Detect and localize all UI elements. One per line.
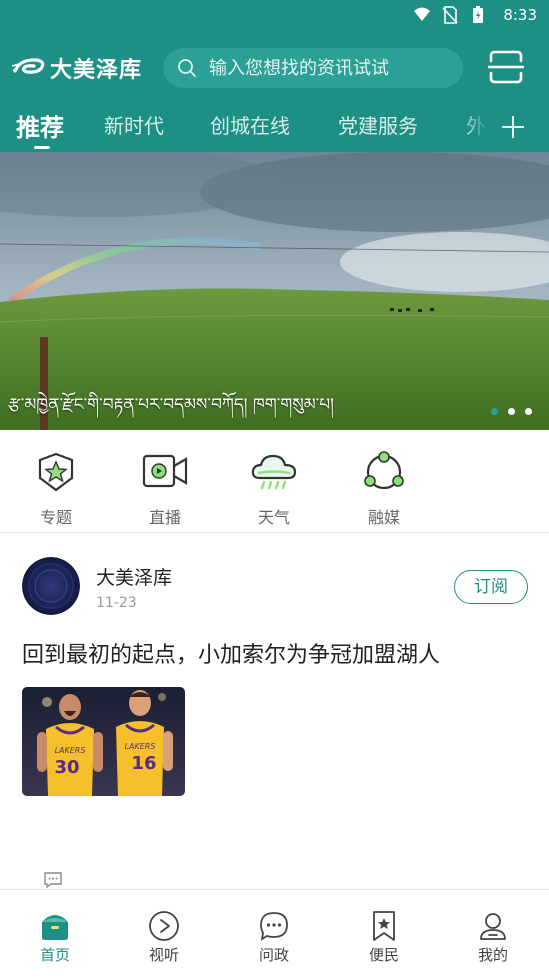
nav-services[interactable]: 便民	[354, 910, 414, 965]
active-tab-indicator	[34, 146, 50, 149]
news-headline[interactable]: 回到最初的起点，小加索尔为争冠加盟湖人	[22, 637, 440, 669]
wifi-icon	[413, 6, 431, 24]
bottom-navigation: 首页 视听 问政 便民 我的	[0, 889, 549, 980]
shortcut-media[interactable]: 融媒	[344, 450, 424, 528]
author-name[interactable]: 大美泽库	[96, 563, 172, 590]
banner-caption: རྩ་མཁྱེན་རྫོང་གི་བརྟན་པར་བདམས་བཀོད། ཁག་ག…	[8, 395, 334, 415]
carousel-dot[interactable]	[508, 408, 515, 415]
tab-new-era[interactable]: 新时代	[104, 110, 164, 139]
weather-cloud-icon	[251, 454, 297, 490]
carousel-dots	[491, 408, 532, 415]
comment-icon[interactable]	[43, 871, 63, 889]
play-icon	[149, 911, 179, 941]
nav-home[interactable]: 首页	[25, 910, 85, 965]
jersey-number-right: 16	[131, 753, 156, 774]
shortcut-live[interactable]: 直播	[125, 450, 205, 528]
status-time: 8:33	[503, 6, 537, 24]
nav-mine[interactable]: 我的	[463, 910, 523, 965]
carousel-dot[interactable]	[525, 408, 532, 415]
nav-audio-video[interactable]: 视听	[134, 910, 194, 965]
shortcut-topic[interactable]: 专题	[16, 450, 96, 528]
jersey-number-left: 30	[54, 757, 79, 778]
search-input[interactable]	[207, 56, 461, 80]
logo-text: 大美泽库	[50, 58, 143, 83]
logo-swirl-icon	[12, 58, 45, 74]
post-date: 11-23	[96, 595, 137, 611]
status-bar: 8:33	[349, 0, 549, 32]
status-icons	[413, 6, 487, 24]
app-header: 8:33 大美泽库 推荐 新时代 创城在线 党建服务 外	[0, 0, 549, 152]
nav-politics[interactable]: 问政	[244, 910, 304, 965]
news-card[interactable]: 大美泽库 11-23 订阅 回到最初的起点，小加索尔为争冠加盟湖人 LAKERS…	[0, 533, 549, 889]
battery-icon	[469, 6, 487, 24]
carousel-dot[interactable]	[491, 408, 498, 415]
jersey-team-left: LAKERS	[55, 746, 86, 755]
home-icon	[42, 915, 68, 940]
media-network-icon	[364, 451, 404, 490]
channel-tabs: 推荐 新时代 创城在线 党建服务 外	[0, 104, 549, 152]
bookmark-star-icon	[373, 911, 395, 941]
search-bar[interactable]	[163, 48, 463, 88]
shortcut-weather[interactable]: 天气	[234, 450, 314, 528]
app-logo: 大美泽库	[12, 52, 142, 84]
avatar[interactable]	[22, 557, 80, 615]
shortcut-grid: 专题 直播 天气 融媒	[0, 440, 549, 532]
topic-star-icon	[38, 452, 74, 492]
subscribe-button[interactable]: 订阅	[454, 570, 528, 604]
tab-recommend[interactable]: 推荐	[16, 108, 64, 143]
tab-city-online[interactable]: 创城在线	[210, 110, 290, 139]
scan-icon[interactable]	[488, 49, 524, 85]
user-icon	[480, 913, 506, 940]
chat-icon	[260, 912, 288, 941]
live-video-icon	[142, 454, 188, 488]
search-icon	[178, 59, 196, 77]
add-channel-icon[interactable]	[500, 114, 526, 140]
tab-party-service[interactable]: 党建服务	[338, 110, 418, 139]
jersey-team-right: LAKERS	[125, 742, 156, 751]
no-sim-icon	[441, 6, 459, 24]
news-thumbnail[interactable]: LAKERS 30 LAKERS 16	[22, 687, 185, 796]
